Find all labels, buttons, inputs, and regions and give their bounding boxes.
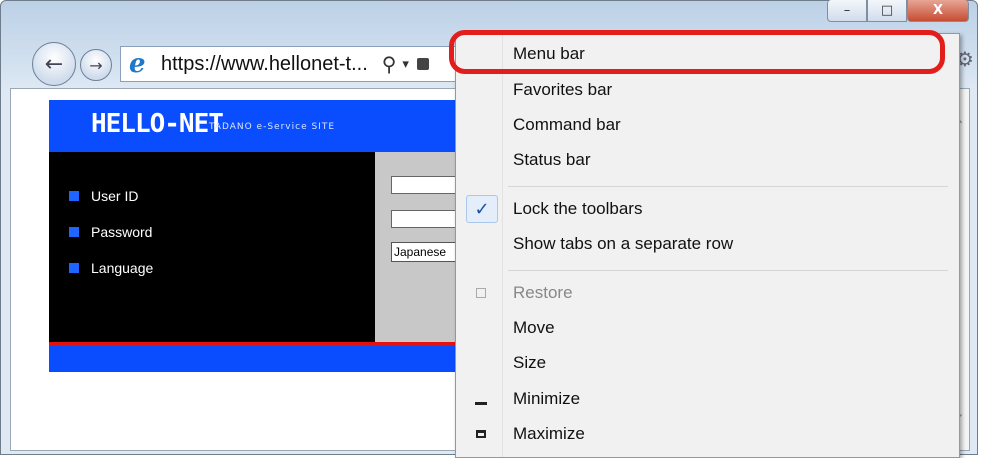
password-label: Password [69, 224, 152, 240]
dropdown-arrow-icon[interactable]: ▾ [402, 57, 409, 72]
user-id-input[interactable] [391, 176, 461, 194]
menu-item-label: Move [513, 318, 555, 337]
menu-item-label: Favorites bar [513, 80, 613, 99]
menu-item-size[interactable]: Size [456, 346, 959, 380]
menu-item-status-bar[interactable]: Status bar [456, 143, 959, 177]
bullet-icon [69, 263, 79, 273]
menu-item-lock-toolbars[interactable]: ✓ Lock the toolbars [456, 192, 959, 226]
address-bar[interactable]: e https://www.hellonet-t... ⚲ ▾ [120, 46, 460, 82]
search-icon[interactable]: ⚲ [382, 52, 397, 76]
password-label-text: Password [91, 224, 153, 240]
menu-item-label: Status bar [513, 150, 591, 169]
user-id-label-text: User ID [91, 188, 139, 204]
menu-item-restore: Restore [456, 276, 959, 310]
screenshot-frame: – □ X ← → e https://www.hellonet-t... ⚲ … [0, 0, 981, 458]
checkmark-icon: ✓ [466, 195, 498, 223]
site-tagline: TADANO e-Service SITE [209, 122, 336, 132]
menu-item-maximize[interactable]: Maximize [456, 417, 959, 451]
menu-item-minimize[interactable]: Minimize [456, 382, 959, 416]
menu-separator [508, 186, 948, 187]
restore-icon [470, 282, 492, 304]
menu-item-command-bar[interactable]: Command bar [456, 108, 959, 142]
menu-item-label: Lock the toolbars [513, 199, 643, 218]
login-labels-panel: User ID Password Language [49, 152, 375, 342]
password-input[interactable] [391, 210, 461, 228]
maximize-icon [470, 423, 492, 445]
window-maximize-button[interactable]: □ [867, 0, 907, 22]
site-logo: HELLO-NET [91, 109, 224, 139]
menu-item-label: Size [513, 353, 547, 372]
forward-button[interactable]: → [80, 49, 112, 81]
menu-item-move[interactable]: Move [456, 311, 959, 345]
bullet-icon [69, 191, 79, 201]
user-id-label: User ID [69, 188, 138, 204]
toolbar-context-menu: Menu bar Favorites bar Command bar Statu… [455, 33, 960, 458]
menu-bar-highlight-outline [449, 30, 945, 74]
language-label: Language [69, 260, 153, 276]
address-url[interactable]: https://www.hellonet-t... [161, 53, 368, 76]
menu-separator [508, 270, 948, 271]
menu-item-label: Command bar [513, 115, 621, 134]
back-arrow-icon: ← [44, 51, 64, 77]
menu-item-label: Show tabs on a separate row [513, 234, 734, 253]
menu-item-label: Maximize [513, 424, 585, 443]
lock-icon[interactable] [416, 58, 429, 70]
language-label-text: Language [91, 260, 154, 276]
window-close-button[interactable]: X [907, 0, 969, 22]
bullet-icon [69, 227, 79, 237]
ie-logo-icon: e [129, 49, 146, 79]
language-select[interactable]: Japanese [391, 242, 461, 262]
forward-arrow-icon: → [89, 55, 103, 75]
menu-item-favorites-bar[interactable]: Favorites bar [456, 73, 959, 107]
menu-item-tabs-separate-row[interactable]: Show tabs on a separate row [456, 227, 959, 261]
back-button[interactable]: ← [32, 42, 76, 86]
window-minimize-button[interactable]: – [827, 0, 867, 22]
window-caption-buttons: – □ X [827, 0, 969, 30]
minimize-icon [470, 388, 492, 410]
menu-item-label: Restore [513, 283, 573, 302]
menu-item-label: Minimize [513, 389, 581, 408]
